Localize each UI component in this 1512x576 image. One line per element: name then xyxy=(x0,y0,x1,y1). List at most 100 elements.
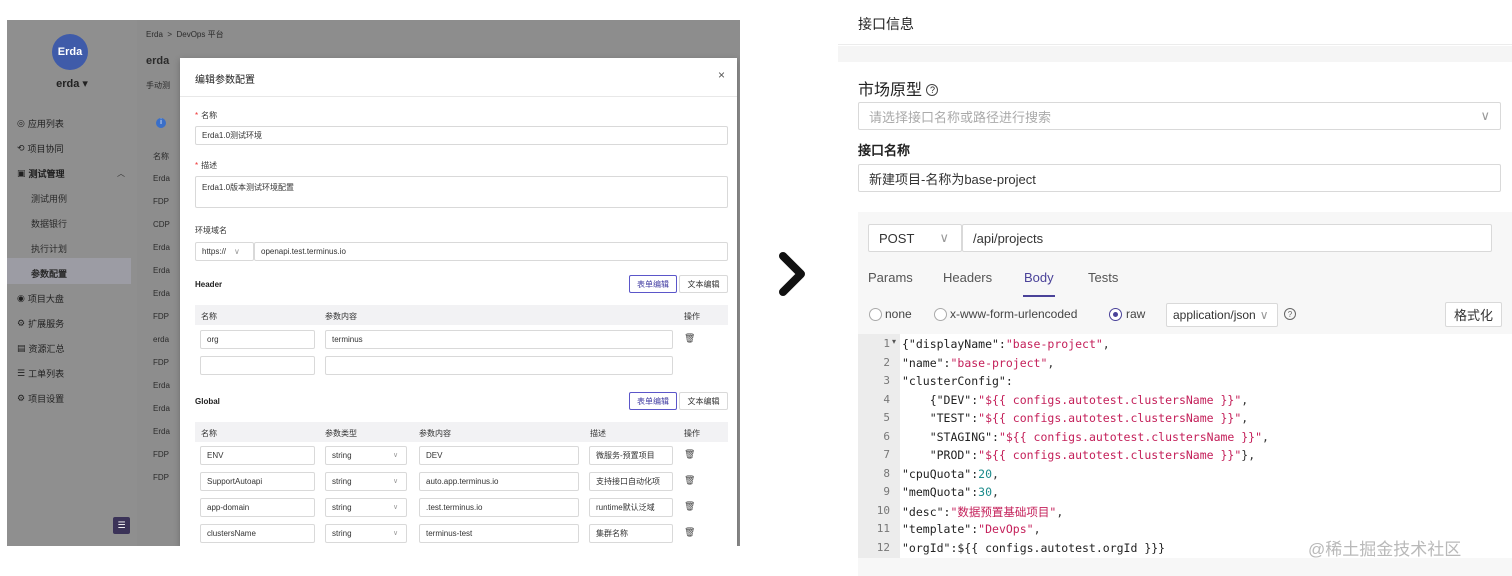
code-line: "clusterConfig": xyxy=(902,374,1013,388)
header-section-title: Header xyxy=(195,280,223,289)
path-input[interactable]: /api/projects xyxy=(962,224,1492,252)
tab-tests[interactable]: Tests xyxy=(1088,270,1118,285)
tab-params[interactable]: Params xyxy=(868,270,913,285)
global-value-input[interactable]: .test.terminus.io xyxy=(419,498,579,517)
chevron-down-icon: ∨ xyxy=(1259,308,1269,322)
help-icon[interactable]: ? xyxy=(1284,308,1296,320)
radio-raw-label[interactable]: raw xyxy=(1126,307,1145,321)
domain-input[interactable]: openapi.test.terminus.io xyxy=(254,242,728,261)
global-value-input[interactable]: auto.app.terminus.io xyxy=(419,472,579,491)
global-form-edit-button[interactable]: 表单编辑 xyxy=(629,392,677,410)
list-item: Erda xyxy=(153,381,170,390)
global-text-edit-button[interactable]: 文本编辑 xyxy=(679,392,728,410)
global-desc-input[interactable]: 集群名称 xyxy=(589,524,673,543)
sidebar-item-dashboard[interactable]: ◉ 项目大盘 xyxy=(17,292,64,305)
line-number: 6 xyxy=(883,430,890,443)
code-editor[interactable]: 1 2 3 4 5 6 7 8 9 10 11 12 ▾ {"displayNa… xyxy=(858,334,1512,558)
close-icon[interactable]: × xyxy=(718,68,725,82)
header-name-input-empty[interactable] xyxy=(200,356,315,375)
header-form-edit-button[interactable]: 表单编辑 xyxy=(629,275,677,293)
list-item: Erda xyxy=(153,243,170,252)
sidebar-item-exec-plan[interactable]: 执行计划 xyxy=(31,242,67,255)
watermark: @稀土掘金技术社区 xyxy=(1308,540,1462,559)
header-text-edit-button[interactable]: 文本编辑 xyxy=(679,275,728,293)
tab-headers[interactable]: Headers xyxy=(943,270,992,285)
protocol-select[interactable]: https://∨ xyxy=(195,242,254,261)
radio-form-urlencoded-label[interactable]: x-www-form-urlencoded xyxy=(950,307,1077,321)
line-number: 10 xyxy=(876,504,890,517)
list-item: CDP xyxy=(153,220,170,229)
sidebar-item-resources[interactable]: ▤ 资源汇总 xyxy=(17,342,65,355)
header-name-input[interactable]: org xyxy=(200,330,315,349)
sidebar-item-app-list[interactable]: ◎ 应用列表 xyxy=(17,117,64,130)
chevron-down-icon: ∨ xyxy=(393,452,399,459)
breadcrumb: Erda > DevOps 平台 xyxy=(146,30,224,39)
content-type-select[interactable]: application/json ∨ xyxy=(1166,303,1278,327)
list-item: Erda xyxy=(153,289,170,298)
chevron-down-icon: ∨ xyxy=(393,530,399,537)
global-desc-input[interactable]: runtime默认泛域 xyxy=(589,498,673,517)
api-name-input[interactable]: 新建项目-名称为base-project xyxy=(858,164,1501,192)
sidebar-item-test-cases[interactable]: 测试用例 xyxy=(31,192,67,205)
method-select[interactable]: POST ∨ xyxy=(868,224,962,252)
radio-none[interactable] xyxy=(869,308,882,321)
list-item: Erda xyxy=(153,266,170,275)
global-name-input[interactable]: app-domain xyxy=(200,498,315,517)
left-screenshot: Erda erda ▾ ◎ 应用列表 ⟲ 项目协同 ▣ 测试管理 ︿ 测试用例 数据银… xyxy=(7,20,740,546)
org-switcher[interactable]: erda ▾ xyxy=(7,77,137,90)
erda-logo[interactable]: Erda xyxy=(52,34,88,70)
trash-icon[interactable]: 🗑 xyxy=(684,449,695,460)
sidebar-item-param-config[interactable]: 参数配置 xyxy=(31,267,67,280)
list-item: erda xyxy=(153,335,170,344)
sidebar-item-settings[interactable]: ⚙ 项目设置 xyxy=(17,392,64,405)
page-title: erda xyxy=(146,55,170,67)
global-name-input[interactable]: clustersName xyxy=(200,524,315,543)
radio-raw[interactable] xyxy=(1109,308,1122,321)
global-desc-input[interactable]: 微服务-预置项目 xyxy=(589,446,673,465)
api-name-label: 接口名称 xyxy=(858,143,911,158)
collapse-sidebar-icon[interactable]: ☰ xyxy=(113,517,130,534)
extension-icon: ⚙ xyxy=(17,318,26,328)
chevron-down-icon: ∨ xyxy=(939,230,949,245)
trash-icon[interactable]: 🗑 xyxy=(684,333,695,344)
sidebar-item-extensions[interactable]: ⚙ 扩展服务 xyxy=(17,317,64,330)
trash-icon[interactable]: 🗑 xyxy=(684,475,695,486)
sidebar-item-collab[interactable]: ⟲ 项目协同 xyxy=(17,142,64,155)
trash-icon[interactable]: 🗑 xyxy=(684,501,695,512)
code-line: "STAGING":"${{ configs.autotest.clusters… xyxy=(902,430,1269,444)
modal-divider xyxy=(180,96,737,97)
sidebar-item-data-bank[interactable]: 数据银行 xyxy=(31,217,67,230)
sidebar: Erda erda ▾ ◎ 应用列表 ⟲ 项目协同 ▣ 测试管理 ︿ 测试用例 数据银… xyxy=(7,20,137,546)
list-item: Erda xyxy=(153,174,170,183)
global-name-input[interactable]: ENV xyxy=(200,446,315,465)
code-line: "orgId":${{ configs.autotest.orgId }}} xyxy=(902,541,1166,555)
page-subtab[interactable]: 手动测 xyxy=(146,80,170,91)
global-value-input[interactable]: terminus-test xyxy=(419,524,579,543)
code-line: "name":"base-project", xyxy=(902,356,1055,370)
list-item: FDP xyxy=(153,312,169,321)
fold-arrow-icon[interactable]: ▾ xyxy=(892,337,896,346)
global-name-input[interactable]: SupportAutoapi xyxy=(200,472,315,491)
format-button[interactable]: 格式化 xyxy=(1445,302,1502,327)
line-number: 11 xyxy=(876,522,890,535)
chevron-up-icon[interactable]: ︿ xyxy=(117,168,125,179)
header-value-input[interactable]: terminus xyxy=(325,330,673,349)
line-number: 7 xyxy=(883,448,890,461)
tab-body[interactable]: Body xyxy=(1024,270,1054,285)
trash-icon[interactable]: 🗑 xyxy=(684,527,695,538)
edit-param-modal: 编辑参数配置 × * 名称 Erda1.0测试环境 * 描述 Erda1.0版本测试… xyxy=(180,58,737,546)
sidebar-item-test-manage[interactable]: ▣ 测试管理 xyxy=(17,167,65,180)
sidebar-item-tickets[interactable]: ☰ 工单列表 xyxy=(17,367,64,380)
desc-textarea[interactable]: Erda1.0版本测试环境配置 xyxy=(195,176,728,208)
global-value-input[interactable]: DEV xyxy=(419,446,579,465)
separator-band xyxy=(838,46,1512,62)
global-desc-input[interactable]: 支持接口自动化项 xyxy=(589,472,673,491)
radio-none-label[interactable]: none xyxy=(885,307,912,321)
api-search-select[interactable]: 请选择接口名称或路径进行搜索 ∨ xyxy=(858,102,1501,130)
header-value-input-empty[interactable] xyxy=(325,356,673,375)
name-input[interactable]: Erda1.0测试环境 xyxy=(195,126,728,145)
chevron-down-icon: ∨ xyxy=(234,247,240,256)
list-item: FDP xyxy=(153,450,169,459)
radio-form-urlencoded[interactable] xyxy=(934,308,947,321)
line-number: 3 xyxy=(883,374,890,387)
